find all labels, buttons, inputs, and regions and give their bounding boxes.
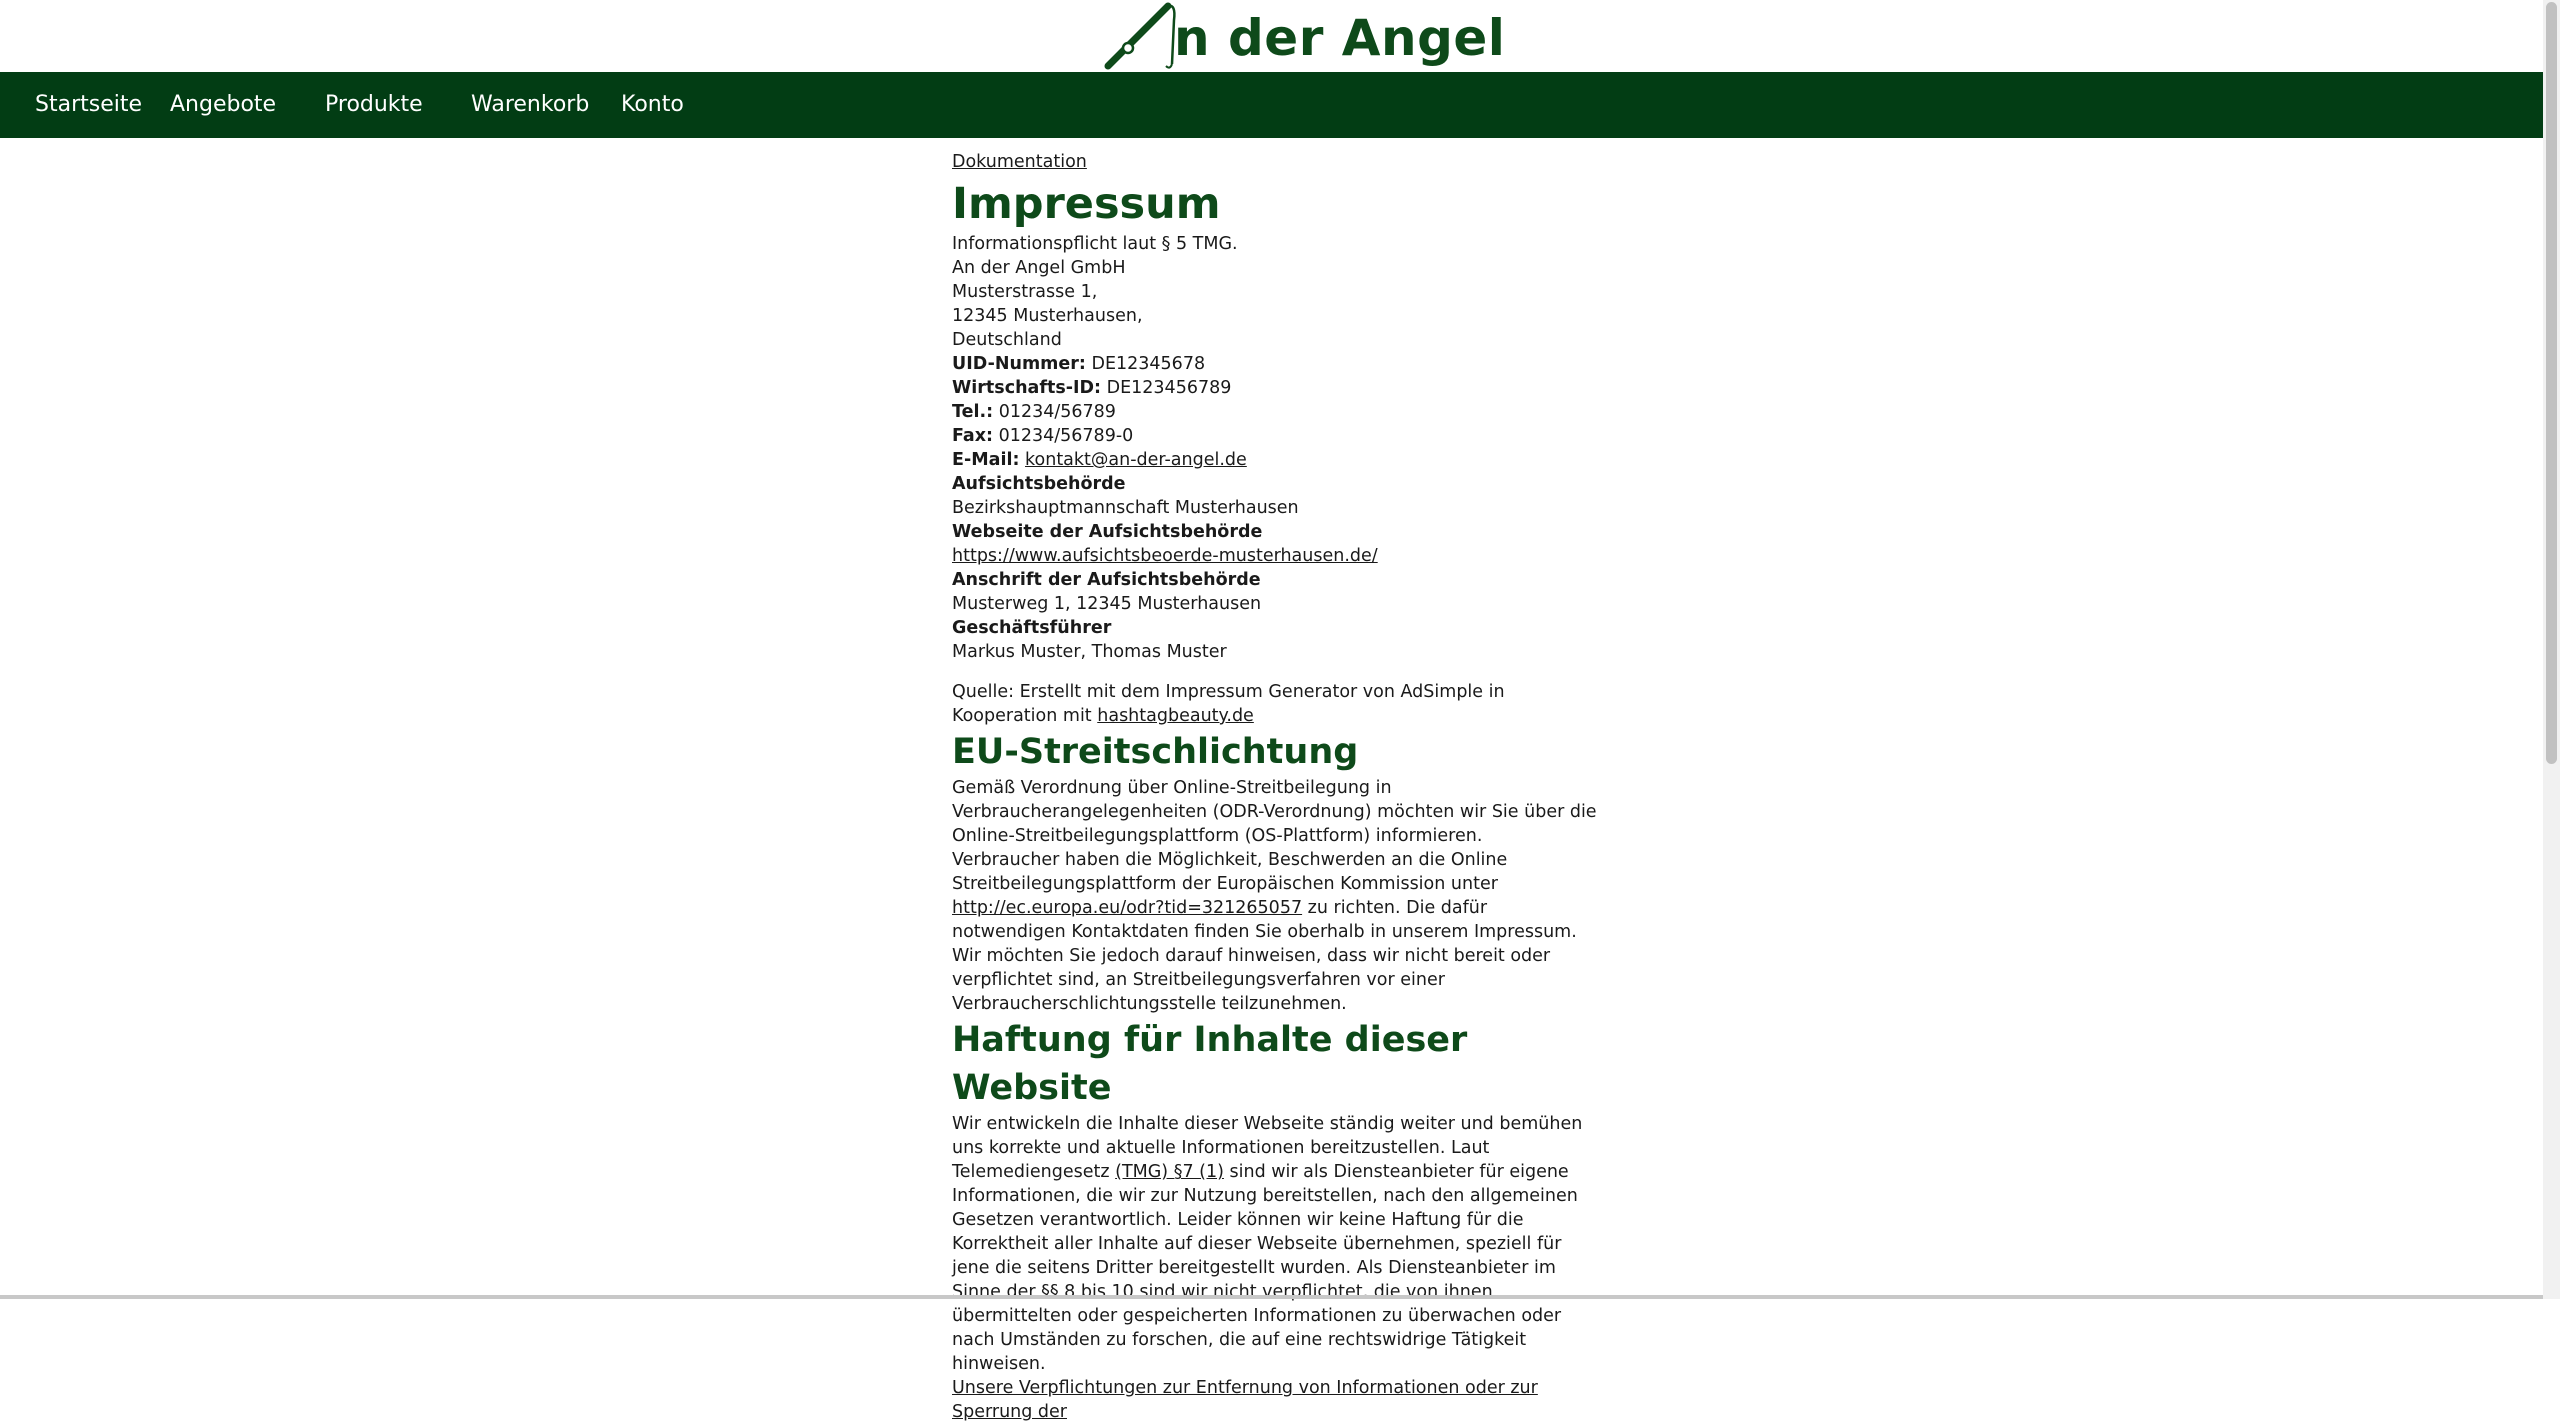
authority-web-label: Webseite der Aufsichtsbehörde [952,522,1263,542]
email-link[interactable]: kontakt@an-der-angel.de [1025,450,1247,470]
ceo-value: Markus Muster, Thomas Muster [952,642,1227,662]
tel-row: Tel.: 01234/56789 [952,400,1602,424]
wid-row: Wirtschafts-ID: DE123456789 [952,376,1602,400]
haftung-p1-text-after: sind wir als Diensteanbieter für eigene … [952,1162,1578,1374]
authority-address-value: Musterweg 1, 12345 Musterhausen [952,594,1262,614]
email-label: E-Mail: [952,450,1020,470]
eu-title: EU-Streitschlichtung [952,732,1359,772]
fax-row: Fax: 01234/56789-0 [952,424,1602,448]
brand-name: n der Angel [1174,9,1506,67]
odr-link[interactable]: http://ec.europa.eu/odr?tid=321265057 [952,898,1302,918]
main-nav: Startseite Angebote Produkte Warenkorb K… [0,72,2543,138]
eu-paragraph-1: Gemäß Verordnung über Online-Streitbeile… [952,778,1597,846]
uid-label: UID-Nummer: [952,354,1086,374]
breadcrumb-link[interactable]: Dokumentation [952,152,1087,172]
nav-warenkorb[interactable]: Warenkorb [471,72,589,138]
eu-paragraph-3: Wir möchten Sie jedoch darauf hinweisen,… [952,946,1551,1014]
company-name: An der Angel GmbH [952,258,1126,278]
email-row: E-Mail: kontakt@an-der-angel.de [952,448,1602,472]
tel-value: 01234/56789 [993,402,1116,422]
company-street: Musterstrasse 1, [952,282,1098,302]
tel-label: Tel.: [952,402,994,422]
source-paragraph: Quelle: Erstellt mit dem Impressum Gener… [952,680,1602,728]
haftung-paragraph-2: Unsere Verpflichtungen zur Entfernung vo… [952,1378,1538,1422]
nav-angebote[interactable]: Angebote [170,72,276,138]
horizontal-scrollbar[interactable] [0,1295,2543,1299]
wid-label: Wirtschafts-ID: [952,378,1102,398]
haftung-paragraph-1: Wir entwickeln die Inhalte dieser Websei… [952,1112,1602,1376]
site-logo[interactable]: n der Angel [1100,0,1505,72]
authority-value: Bezirkshauptmannschaft Musterhausen [952,498,1299,518]
haftung-title: Haftung für Inhalte dieser Website [952,1020,1468,1108]
tmg-link[interactable]: (TMG) §7 (1) [1115,1162,1224,1182]
uid-row: UID-Nummer: DE12345678 [952,352,1602,376]
company-city: 12345 Musterhausen, [952,306,1143,326]
eu-paragraph-2: Verbraucher haben die Möglichkeit, Besch… [952,848,1602,944]
impressum-intro: Informationspflicht laut § 5 TMG. [952,234,1238,254]
nav-startseite[interactable]: Startseite [35,72,142,138]
site-header: n der Angel [0,0,2543,72]
fax-value: 01234/56789-0 [993,426,1134,446]
uid-value: DE12345678 [1085,354,1206,374]
eu-p2-text-before: Verbraucher haben die Möglichkeit, Besch… [952,850,1508,894]
authority-label: Aufsichtsbehörde [952,474,1126,494]
fax-label: Fax: [952,426,994,446]
ceo-label: Geschäftsführer [952,618,1112,638]
company-country: Deutschland [952,330,1062,350]
nav-produkte[interactable]: Produkte [325,72,423,138]
nav-konto[interactable]: Konto [621,72,684,138]
authority-web-link[interactable]: https://www.aufsichtsbeoerde-musterhause… [952,546,1378,566]
vertical-scrollbar[interactable] [2543,0,2560,1299]
authority-address-label: Anschrift der Aufsichtsbehörde [952,570,1261,590]
wid-value: DE123456789 [1101,378,1232,398]
fishing-rod-icon [1104,2,1176,70]
source-link[interactable]: hashtagbeauty.de [1097,706,1254,726]
scrollbar-thumb[interactable] [2546,2,2557,764]
main-content: Dokumentation Impressum Informationspfli… [952,148,1602,1424]
impressum-title: Impressum [952,179,1221,229]
